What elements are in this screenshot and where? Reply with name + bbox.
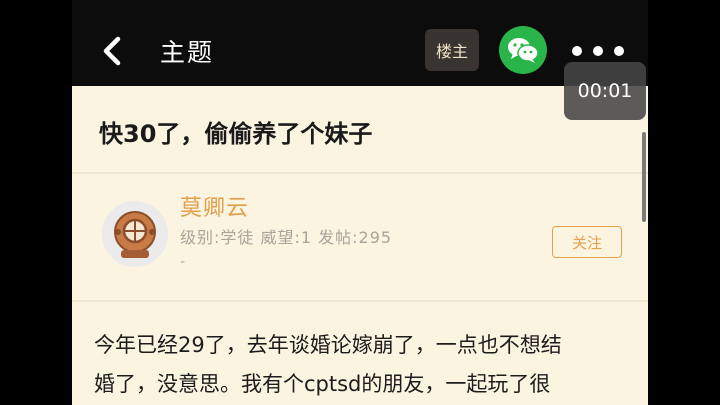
post-body: 今年已经29了，去年谈婚论嫁崩了，一点也不想结 婚了，没意思。我有个cptsd的… xyxy=(94,326,634,404)
more-icon xyxy=(593,46,603,56)
diving-helmet-avatar-icon xyxy=(114,211,156,258)
back-arrow-icon xyxy=(103,36,121,66)
follow-button[interactable]: 关注 xyxy=(552,226,622,258)
scrollbar[interactable] xyxy=(642,132,646,222)
divider xyxy=(72,172,648,174)
post-body-line: 今年已经29了，去年谈婚论嫁崩了，一点也不想结 xyxy=(94,333,562,357)
wechat-icon xyxy=(508,38,539,63)
more-icon xyxy=(572,46,582,56)
divider xyxy=(72,300,648,302)
author-meta: 级别:学徒 威望:1 发帖:295 xyxy=(180,228,393,247)
post-title: 快30了，偷偷养了个妹子 xyxy=(99,120,373,148)
top-bar: 主题 楼主 xyxy=(72,0,648,86)
author-extra: - xyxy=(180,254,186,270)
app-screen: 主题 楼主 00:01 快30了，偷偷养了个妹子 莫卿云 级别:学徒 威望:1 … xyxy=(72,0,648,405)
author-name[interactable]: 莫卿云 xyxy=(180,190,249,222)
more-icon xyxy=(614,46,624,56)
recording-timer: 00:01 xyxy=(564,62,646,120)
post-body-line: 婚了，没意思。我有个cptsd的朋友，一起玩了很 xyxy=(94,372,551,396)
page-title: 主题 xyxy=(160,38,215,67)
wechat-share-button[interactable] xyxy=(499,26,547,74)
only-owner-button[interactable]: 楼主 xyxy=(425,29,479,71)
back-button[interactable] xyxy=(98,34,126,68)
avatar[interactable] xyxy=(102,201,168,267)
